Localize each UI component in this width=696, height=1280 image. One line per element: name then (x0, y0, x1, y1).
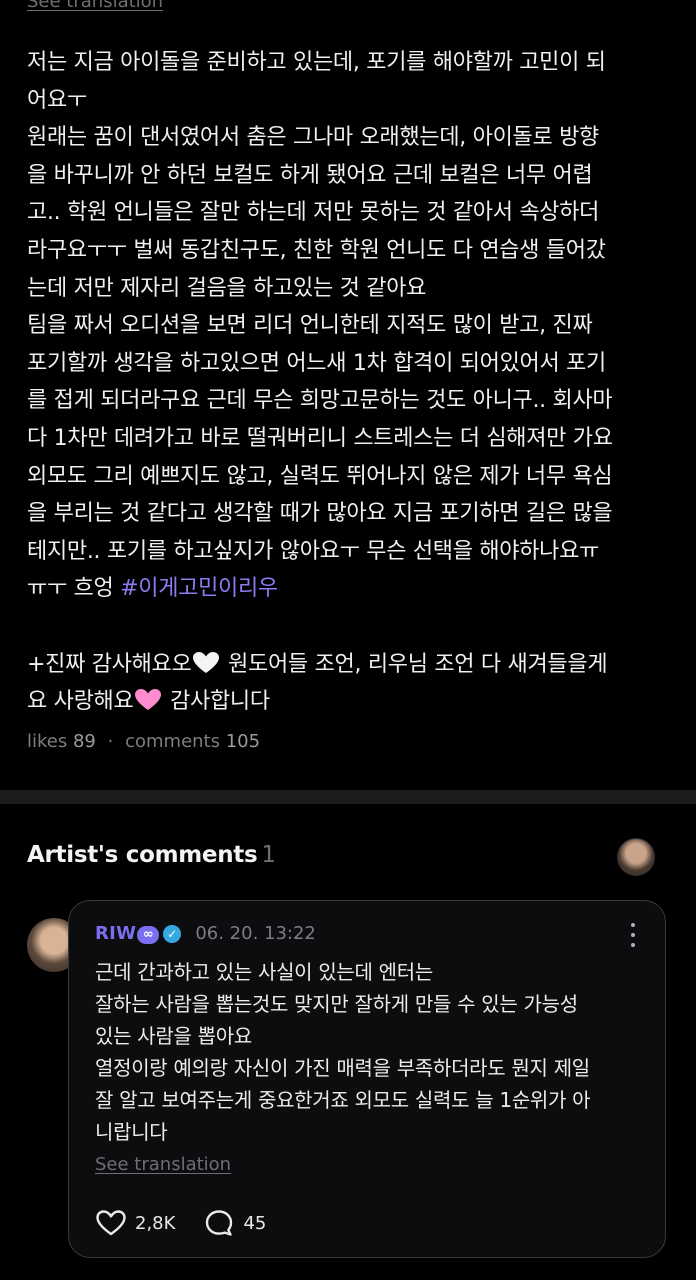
comment-header: RIW ∞ ✓ 06. 20. 13:22 (95, 923, 316, 944)
section-divider (0, 790, 696, 804)
comment-line: 잘하는 사람을 뽑는것도 맞지만 잘하게 만들 수 있는 가능성 (95, 992, 578, 1016)
post-line: 포기할까 생각을 하고있으면 어느새 1차 합격이 되어있어서 포기 (27, 350, 606, 376)
verified-icon: ✓ (163, 925, 182, 943)
post-line: 을 바꾸니까 안 하던 보컬도 하게 됐어요 근데 보컬은 너무 어렵 (27, 162, 593, 188)
post-line: 를 접게 되더라구요 근데 무슨 희망고문하는 것도 아니구.. 회사마 (27, 388, 613, 414)
post-line: 고.. 학원 언니들은 잘만 하는데 저만 못하는 것 같아서 속상하더 (27, 200, 600, 226)
post-line: 라구요ㅜㅜ 벌써 동갑친구도, 친한 학원 언니도 다 연습생 들어갔 (27, 237, 606, 263)
artist-comment-card: RIW ∞ ✓ 06. 20. 13:22 근데 간과하고 있는 사실이 있는데 엔터… (68, 900, 666, 1258)
white-heart-icon (193, 651, 220, 673)
reply-count: 45 (243, 1212, 267, 1234)
post-line: 을 부리는 것 같다고 생각할 때가 많아요 지금 포기하면 길은 많을 (27, 501, 613, 527)
post-line: 테지만.. 포기를 하고싶지가 않아요ㅜ 무슨 선택을 해야하나요ㅠ (27, 538, 599, 564)
comments-label: comments (125, 731, 220, 752)
separator-dot: · (107, 731, 114, 752)
like-button[interactable]: 2,8K (95, 1209, 175, 1237)
post-line-text: ㅠㅜ 흐엉 (27, 576, 121, 602)
post-line: +진짜 감사해요오 원도어들 조언, 리우님 조언 다 새겨들을게 (27, 646, 677, 684)
commenter-name[interactable]: RIW (95, 923, 136, 944)
comment-actions: 2,8K 45 (95, 1209, 266, 1237)
hashtag-link[interactable]: #이게고민이리우 (120, 576, 278, 601)
see-translation-link[interactable]: See translation (27, 0, 163, 12)
post-line: 요 사랑해요 감사합니다 (27, 683, 677, 721)
section-count: 1 (261, 842, 276, 868)
comment-timestamp: 06. 20. 13:22 (195, 923, 316, 944)
post-line: ㅠㅜ 흐엉 #이게고민이리우 (27, 570, 677, 608)
post-line: 다 1차만 데려가고 바로 떨궈버리니 스트레스는 더 심해져만 가요 (27, 425, 613, 451)
post-line-text: 감사합니다 (163, 689, 270, 715)
post-line: 저는 지금 아이돌을 준비하고 있는데, 포기를 해야할까 고민이 되 (27, 50, 606, 75)
comment-line: 근데 간과하고 있는 사실이 있는데 엔터는 (95, 960, 433, 984)
section-title: Artist's comments (27, 842, 258, 868)
comment-line: 있는 사람을 뽑아요 (95, 1024, 252, 1048)
post-line: 원래는 꿈이 댄서였어서 춤은 그나마 오래했는데, 아이돌로 방향 (27, 125, 599, 151)
comment-line: 잘 알고 보여주는게 중요한거죠 외모도 실력도 늘 1순위가 아 (95, 1088, 591, 1112)
post-line: 어요ㅜ (27, 87, 87, 113)
post-line-text: 요 사랑해요 (27, 689, 134, 715)
more-options-icon[interactable] (631, 923, 637, 947)
post-line: 팀을 짜서 오디션을 보면 리더 언니한테 지적도 많이 받고, 진짜 (27, 313, 593, 339)
comments-count: 105 (225, 731, 261, 752)
post-line-text: +진짜 감사해요오 (27, 651, 192, 677)
comment-body: 근데 간과하고 있는 사실이 있는데 엔터는 잘하는 사람을 뽑는것도 맞지만 … (95, 956, 655, 1148)
post-line: 는데 저만 제자리 걸음을 하고있는 것 같아요 (27, 275, 427, 301)
likes-label: likes (27, 731, 68, 752)
artist-comments-heading: Artist's comments 1 (27, 842, 276, 868)
post-stats: likes 89 · comments 105 (27, 731, 260, 752)
comment-line: 열정이랑 예의랑 자신이 가진 매력을 부족하더라도 뭔지 제일 (95, 1056, 590, 1080)
pink-heart-icon (135, 689, 162, 711)
infinity-badge-icon: ∞ (137, 926, 160, 944)
reply-button[interactable]: 45 (205, 1209, 266, 1237)
comment-line: 니랍니다 (95, 1120, 168, 1144)
like-count: 2,8K (135, 1212, 176, 1234)
comment-see-translation-link[interactable]: See translation (95, 1154, 231, 1175)
post-line: 외모도 그리 예쁘지도 않고, 실력도 뛰어나지 않은 제가 너무 욕심 (27, 463, 613, 489)
artist-avatar-small[interactable] (617, 838, 655, 876)
likes-count: 89 (72, 731, 96, 752)
post-line-text: 원도어들 조언, 리우님 조언 다 새겨들을게 (221, 651, 608, 677)
speech-bubble-icon (206, 1210, 233, 1236)
heart-outline-icon (96, 1210, 126, 1236)
post-body: 저는 지금 아이돌을 준비하고 있는데, 포기를 해야할까 고민이 되 어요ㅜ … (27, 44, 677, 721)
